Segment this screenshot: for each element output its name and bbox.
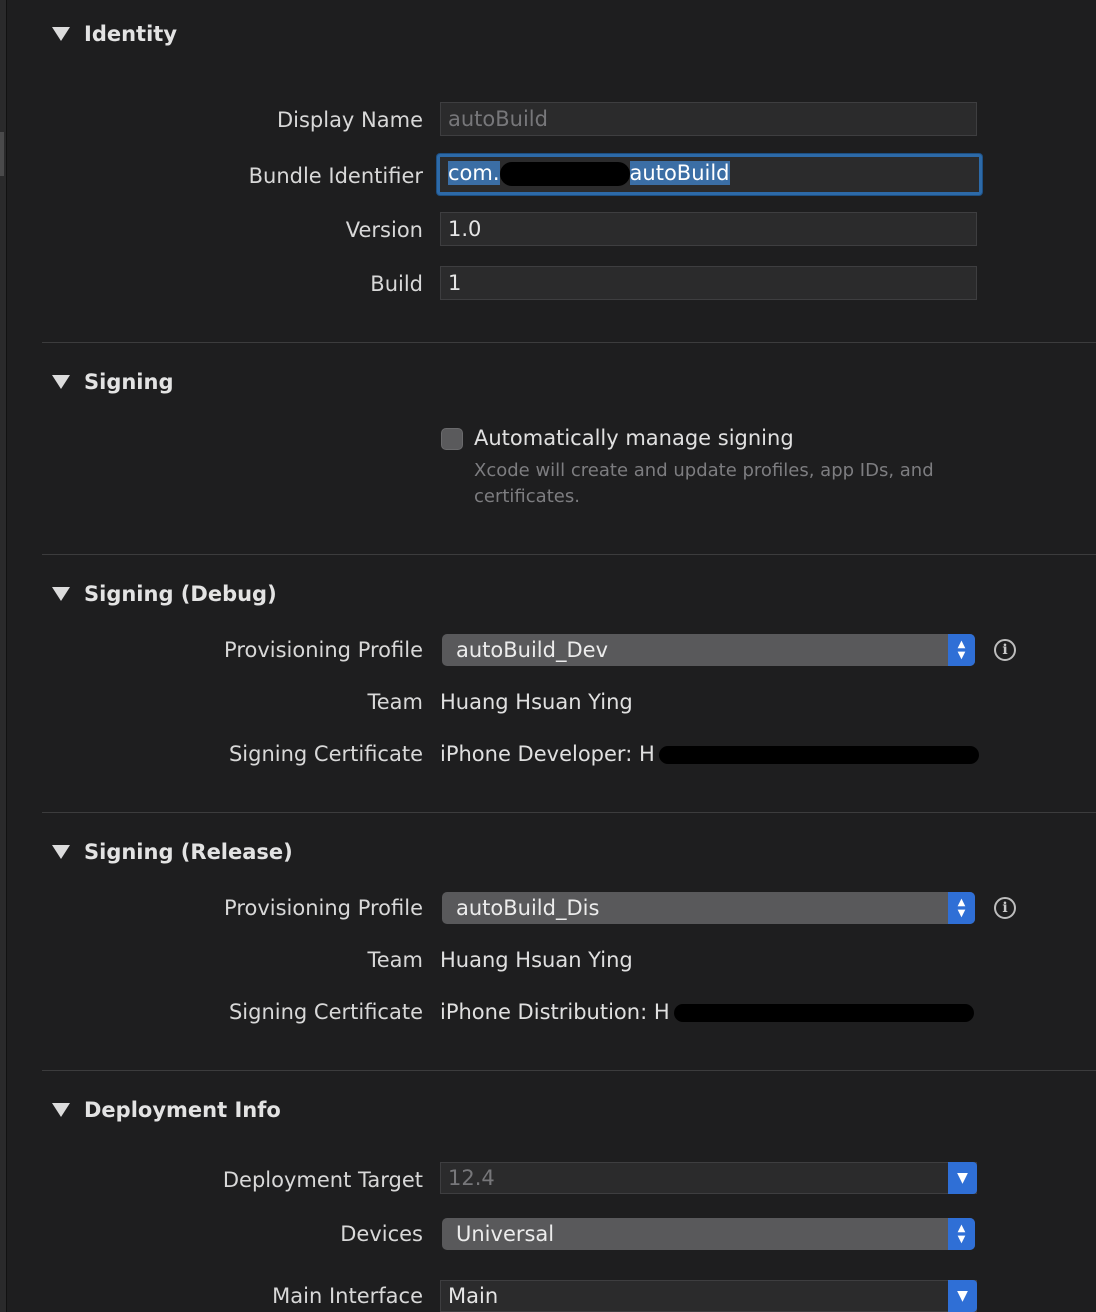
section-identity-header[interactable]: Identity (52, 20, 177, 48)
section-title: Identity (84, 22, 178, 46)
bundle-id-prefix: com. (448, 161, 500, 185)
info-circle-icon[interactable]: i (994, 897, 1016, 919)
info-circle-icon[interactable]: i (994, 639, 1016, 661)
deployment-target-combo[interactable]: 12.4 ▼ (440, 1162, 977, 1194)
bundle-identifier-field[interactable]: com. autoBuild (437, 154, 982, 195)
devices-label: Devices (340, 1222, 423, 1246)
section-signing-debug-header[interactable]: Signing (Debug) (52, 580, 277, 608)
debug-team-value: Huang Hsuan Ying (440, 690, 633, 714)
disclosure-triangle-icon[interactable] (52, 27, 70, 41)
auto-manage-signing-label[interactable]: Automatically manage signing (474, 426, 794, 450)
debug-cert-value: iPhone Developer: H (440, 742, 655, 766)
release-profile-label: Provisioning Profile (224, 896, 423, 920)
redaction-mark (658, 746, 979, 764)
section-deployment-header[interactable]: Deployment Info (52, 1096, 281, 1124)
section-title: Signing (Debug) (84, 582, 277, 606)
release-cert-row: iPhone Distribution: H (440, 995, 974, 1029)
left-scroll-edge (0, 0, 7, 1312)
build-settings-panel: Identity Display Name autoBuild Bundle I… (0, 0, 1096, 1312)
debug-profile-label: Provisioning Profile (224, 638, 423, 662)
auto-manage-signing-help: Xcode will create and update profiles, a… (474, 460, 934, 507)
chevron-down-icon[interactable]: ▼ (948, 1162, 977, 1194)
release-cert-value: iPhone Distribution: H (440, 1000, 670, 1024)
main-interface-value: Main (448, 1284, 499, 1308)
bundle-identifier-label: Bundle Identifier (248, 164, 423, 188)
section-title: Signing (Release) (84, 840, 293, 864)
disclosure-triangle-icon[interactable] (52, 845, 70, 859)
release-profile-value: autoBuild_Dis (456, 896, 600, 920)
section-title: Signing (84, 370, 174, 394)
scroll-thumb[interactable] (0, 132, 4, 176)
redaction-mark (499, 162, 630, 186)
debug-cert-label: Signing Certificate (228, 742, 423, 766)
build-label: Build (370, 272, 423, 296)
debug-profile-value: autoBuild_Dev (456, 638, 608, 662)
version-label: Version (345, 218, 423, 242)
up-down-chevron-icon[interactable]: ▲ ▼ (948, 1218, 975, 1250)
main-interface-label: Main Interface (272, 1284, 423, 1308)
main-interface-combo[interactable]: Main ▼ (440, 1280, 977, 1312)
build-field[interactable]: 1 (440, 266, 977, 300)
section-divider (42, 554, 1096, 555)
disclosure-triangle-icon[interactable] (52, 1103, 70, 1117)
debug-profile-popup[interactable]: autoBuild_Dev ▲ ▼ (442, 634, 975, 666)
section-title: Deployment Info (84, 1098, 281, 1122)
disclosure-triangle-icon[interactable] (52, 375, 70, 389)
bundle-id-suffix: autoBuild (629, 161, 730, 185)
section-divider (42, 812, 1096, 813)
redaction-mark (673, 1004, 974, 1022)
release-profile-popup[interactable]: autoBuild_Dis ▲ ▼ (442, 892, 975, 924)
version-field[interactable]: 1.0 (440, 212, 977, 246)
debug-cert-row: iPhone Developer: H (440, 737, 979, 771)
section-signing-release-header[interactable]: Signing (Release) (52, 838, 293, 866)
section-divider (42, 1070, 1096, 1071)
debug-team-label: Team (367, 690, 423, 714)
auto-manage-signing-checkbox[interactable] (441, 428, 463, 450)
release-cert-label: Signing Certificate (228, 1000, 423, 1024)
display-name-field[interactable]: autoBuild (440, 102, 977, 136)
chevron-down-icon[interactable]: ▼ (948, 1280, 977, 1312)
section-signing-header[interactable]: Signing (52, 368, 174, 396)
up-down-chevron-icon[interactable]: ▲ ▼ (948, 892, 975, 924)
devices-popup[interactable]: Universal ▲ ▼ (442, 1218, 975, 1250)
release-team-value: Huang Hsuan Ying (440, 948, 633, 972)
up-down-chevron-icon[interactable]: ▲ ▼ (948, 634, 975, 666)
section-divider (42, 342, 1096, 343)
deployment-target-label: Deployment Target (222, 1168, 423, 1192)
release-team-label: Team (367, 948, 423, 972)
display-name-label: Display Name (276, 108, 423, 132)
deployment-target-value: 12.4 (448, 1166, 495, 1190)
devices-value: Universal (456, 1222, 555, 1246)
disclosure-triangle-icon[interactable] (52, 587, 70, 601)
